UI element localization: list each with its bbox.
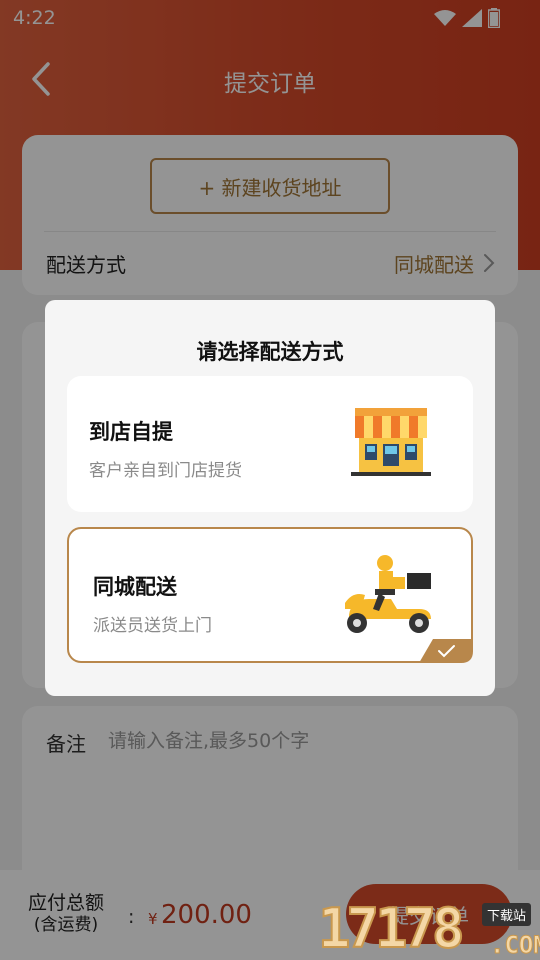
- shipping-method-dialog: 请选择配送方式 到店自提 客户亲自到门店提货 同城配送 派送员送货上门: [45, 300, 495, 696]
- option-store-pickup[interactable]: 到店自提 客户亲自到门店提货: [67, 376, 473, 512]
- watermark-digits: 17178: [317, 896, 466, 960]
- option-title: 同城配送: [93, 575, 177, 599]
- watermark-logo: 17178 下载站 .COM: [317, 895, 540, 960]
- checkmark-icon: [419, 639, 473, 663]
- dialog-title: 请选择配送方式: [196, 340, 344, 364]
- watermark-suffix: .COM: [490, 931, 540, 960]
- option-title: 到店自提: [89, 420, 173, 444]
- watermark-tag: 下载站: [482, 903, 532, 926]
- store-icon: [351, 408, 431, 476]
- option-city-delivery[interactable]: 同城配送 派送员送货上门: [67, 527, 473, 663]
- option-desc: 派送员送货上门: [93, 616, 212, 636]
- option-desc: 客户亲自到门店提货: [89, 461, 242, 481]
- delivery-scooter-icon: [345, 555, 431, 633]
